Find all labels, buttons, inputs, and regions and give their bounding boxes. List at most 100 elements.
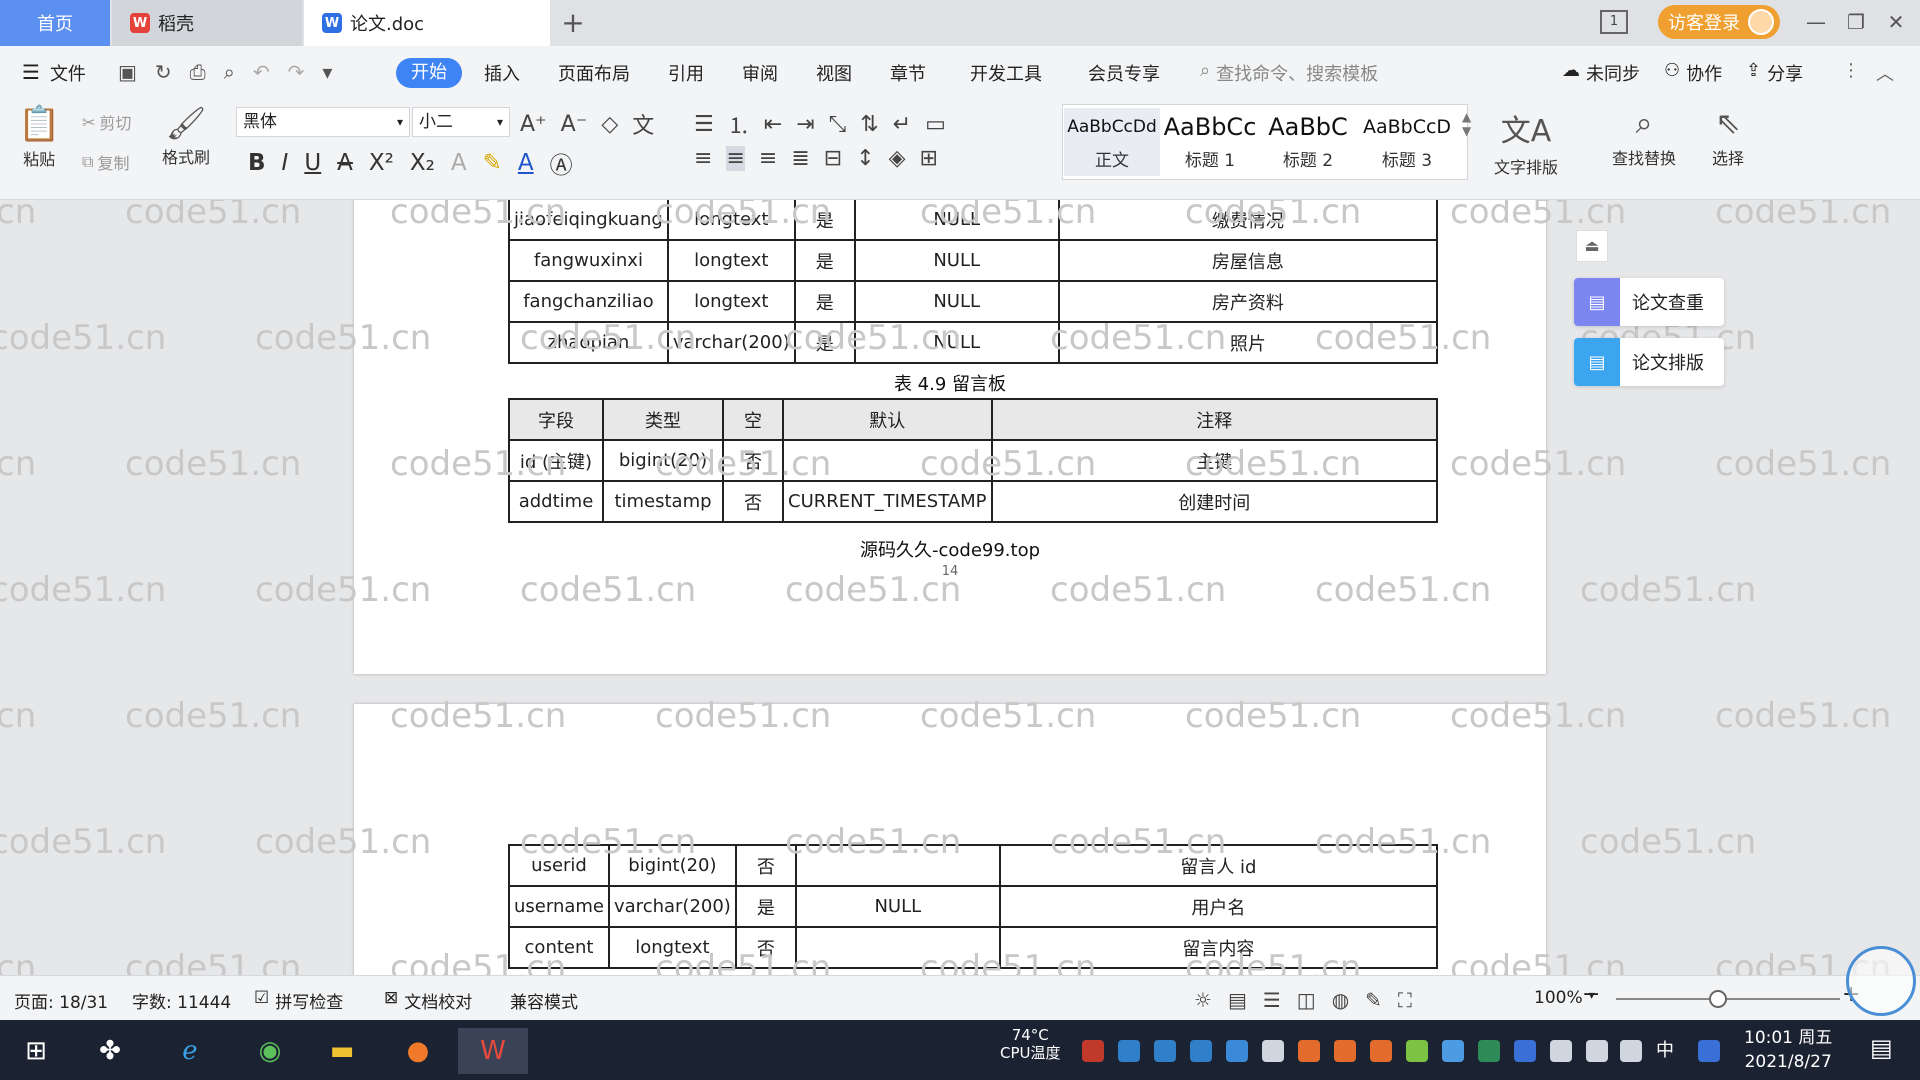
style-heading-3[interactable]: AaBbCcD 标题 3 [1358, 108, 1456, 176]
file-menu[interactable]: ☰ 文件 [22, 60, 86, 86]
cut-button[interactable]: ✂ 剪切 [82, 110, 131, 134]
visitor-login-button[interactable]: 访客登录 [1658, 5, 1780, 39]
tray-app-icon[interactable] [1118, 1040, 1140, 1062]
line-spacing-icon[interactable]: ↕ [856, 146, 874, 171]
align-left-icon[interactable]: ≡ [694, 146, 712, 171]
notification-icon[interactable]: ▤ [1870, 1034, 1893, 1062]
reading-view-icon[interactable]: ◫ [1297, 988, 1332, 1012]
menu-review[interactable]: 审阅 [742, 60, 778, 86]
web-view-icon[interactable]: ◍ [1332, 988, 1365, 1012]
paper-check-button[interactable]: ▤ 论文查重 [1574, 278, 1724, 326]
align-center-icon[interactable]: ≡ [726, 146, 745, 171]
share-button[interactable]: ⇪ 分享 [1746, 60, 1803, 86]
tray-app-icon[interactable] [1154, 1040, 1176, 1062]
strikethrough-icon[interactable]: A [337, 150, 353, 176]
find-replace-button[interactable]: ⌕ 查找替换 [1612, 106, 1676, 169]
collapse-panel-icon[interactable]: ⏏ [1576, 230, 1608, 262]
superscript-icon[interactable]: X² [369, 150, 394, 176]
paste-button[interactable]: 📋 粘贴 [18, 104, 60, 170]
eye-care-icon[interactable]: ☼ [1194, 988, 1228, 1012]
decrease-indent-icon[interactable]: ⇤ [764, 112, 782, 137]
font-color-icon[interactable]: A [518, 150, 534, 176]
spell-check-button[interactable]: ☑ 拼写检查 [254, 988, 343, 1013]
input-method-icon[interactable] [1698, 1040, 1720, 1062]
bell-icon[interactable] [1262, 1040, 1284, 1062]
undo-icon[interactable]: ↶ [253, 60, 288, 84]
text-effect-icon[interactable]: A [451, 150, 467, 176]
style-heading-2[interactable]: AaBbC 标题 2 [1260, 108, 1356, 176]
nvidia-icon[interactable] [1478, 1040, 1500, 1062]
wifi-icon[interactable] [1586, 1040, 1608, 1062]
fit-page-icon[interactable]: ⛶ [1398, 988, 1428, 1012]
align-right-icon[interactable]: ≡ [759, 146, 777, 171]
wps-taskbar-icon[interactable]: W [458, 1028, 528, 1074]
tab-daoke[interactable]: W 稻壳 [112, 0, 302, 46]
underline-icon[interactable]: U [304, 150, 321, 176]
file-explorer-icon[interactable]: ▬ [316, 1028, 368, 1074]
customize-icon[interactable]: ▾ [322, 60, 350, 84]
convert-icon[interactable]: ↻ [155, 60, 190, 84]
save-icon[interactable]: ▣ [118, 60, 155, 84]
shield-icon[interactable] [1226, 1040, 1248, 1062]
menu-member[interactable]: 会员专享 [1088, 60, 1160, 86]
justify-icon[interactable]: ≣ [791, 146, 809, 171]
bullet-list-icon[interactable]: ☰ [694, 112, 714, 137]
bluetooth-icon[interactable] [1514, 1040, 1536, 1062]
style-scroll-icon[interactable]: ▲ ▼ [1462, 110, 1471, 138]
browser-360-icon[interactable]: ◉ [244, 1028, 296, 1074]
highlight-icon[interactable]: ✎ [483, 150, 502, 176]
font-name-select[interactable]: 黑体 ▾ [236, 107, 410, 137]
add-tab-button[interactable]: + [556, 6, 590, 40]
menu-start[interactable]: 开始 [396, 58, 462, 88]
style-heading-1[interactable]: AaBbCc 标题 1 [1162, 108, 1258, 176]
restore-icon[interactable]: ❐ [1836, 0, 1876, 44]
clock[interactable]: 10:01 周五 2021/8/27 [1744, 1026, 1832, 1074]
sync-status-button[interactable]: ☁ 未同步 [1562, 60, 1640, 86]
media-app-icon[interactable]: ● [392, 1028, 444, 1074]
collapse-ribbon-icon[interactable]: ︿ [1876, 60, 1894, 86]
increase-indent-icon[interactable]: ⇥ [796, 112, 814, 137]
assistant-bubble-icon[interactable] [1846, 946, 1916, 1016]
volume-icon[interactable] [1620, 1040, 1642, 1062]
pinwheel-app-icon[interactable]: ✤ [84, 1028, 136, 1074]
tray-app-icon[interactable] [1190, 1040, 1212, 1062]
battery-icon[interactable] [1550, 1040, 1572, 1062]
menu-chapter[interactable]: 章节 [890, 60, 926, 86]
document-page-15[interactable]: userid bigint(20) 否留言人 id username varchar(2… [354, 704, 1546, 975]
tray-app-icon[interactable] [1370, 1040, 1392, 1062]
window-count-icon[interactable]: 1 [1600, 10, 1628, 34]
document-page-14[interactable]: jiaofeiqingkuang longtext 是 NULL 缴费情况 fangwux… [354, 200, 1546, 674]
windows-start-icon[interactable]: ⊞ [10, 1028, 62, 1074]
show-marks-icon[interactable]: ↵ [893, 112, 911, 137]
shrink-font-icon[interactable]: A⁻ [561, 112, 588, 137]
tray-app-icon[interactable] [1442, 1040, 1464, 1062]
zoom-slider[interactable] [1616, 998, 1840, 1000]
border-icon[interactable]: ⊞ [920, 146, 938, 171]
zoom-out-icon[interactable]: − [1582, 982, 1600, 1007]
collaborate-button[interactable]: ⚇ 协作 [1664, 60, 1722, 86]
subscript-icon[interactable]: X₂ [410, 150, 435, 176]
zoom-slider-handle[interactable] [1709, 990, 1727, 1008]
word-count[interactable]: 字数: 11444 [132, 988, 231, 1013]
tray-app-icon[interactable] [1298, 1040, 1320, 1062]
menu-page-layout[interactable]: 页面布局 [558, 60, 630, 86]
ime-indicator[interactable]: 中 [1656, 1036, 1674, 1062]
paper-layout-button[interactable]: ▤ 论文排版 [1574, 338, 1724, 386]
outline-view-icon[interactable]: ☰ [1263, 988, 1297, 1012]
copy-button[interactable]: ⧉ 复制 [82, 150, 129, 174]
distribute-icon[interactable]: ⊟ [824, 146, 842, 171]
ruler-icon[interactable]: ▭ [925, 112, 946, 137]
grow-font-icon[interactable]: A⁺ [520, 112, 547, 137]
print-preview-icon[interactable]: ⌕ [224, 60, 253, 84]
pinyin-icon[interactable]: 文 [632, 108, 654, 140]
redo-icon[interactable]: ↷ [288, 60, 323, 84]
quick-access-toolbar[interactable]: ▣↻⎙⌕↶↷▾ [118, 60, 350, 84]
tab-document[interactable]: W 论文.doc [304, 0, 550, 46]
text-direction-icon[interactable]: ⤡ [829, 112, 847, 137]
menu-references[interactable]: 引用 [668, 60, 704, 86]
italic-icon[interactable]: I [282, 150, 289, 176]
print-icon[interactable]: ⎙ [190, 60, 224, 84]
sort-icon[interactable]: ⇅ [860, 112, 878, 137]
close-icon[interactable]: ✕ [1876, 0, 1916, 44]
command-search[interactable]: ⌕ 查找命令、搜索模板 [1200, 60, 1378, 86]
